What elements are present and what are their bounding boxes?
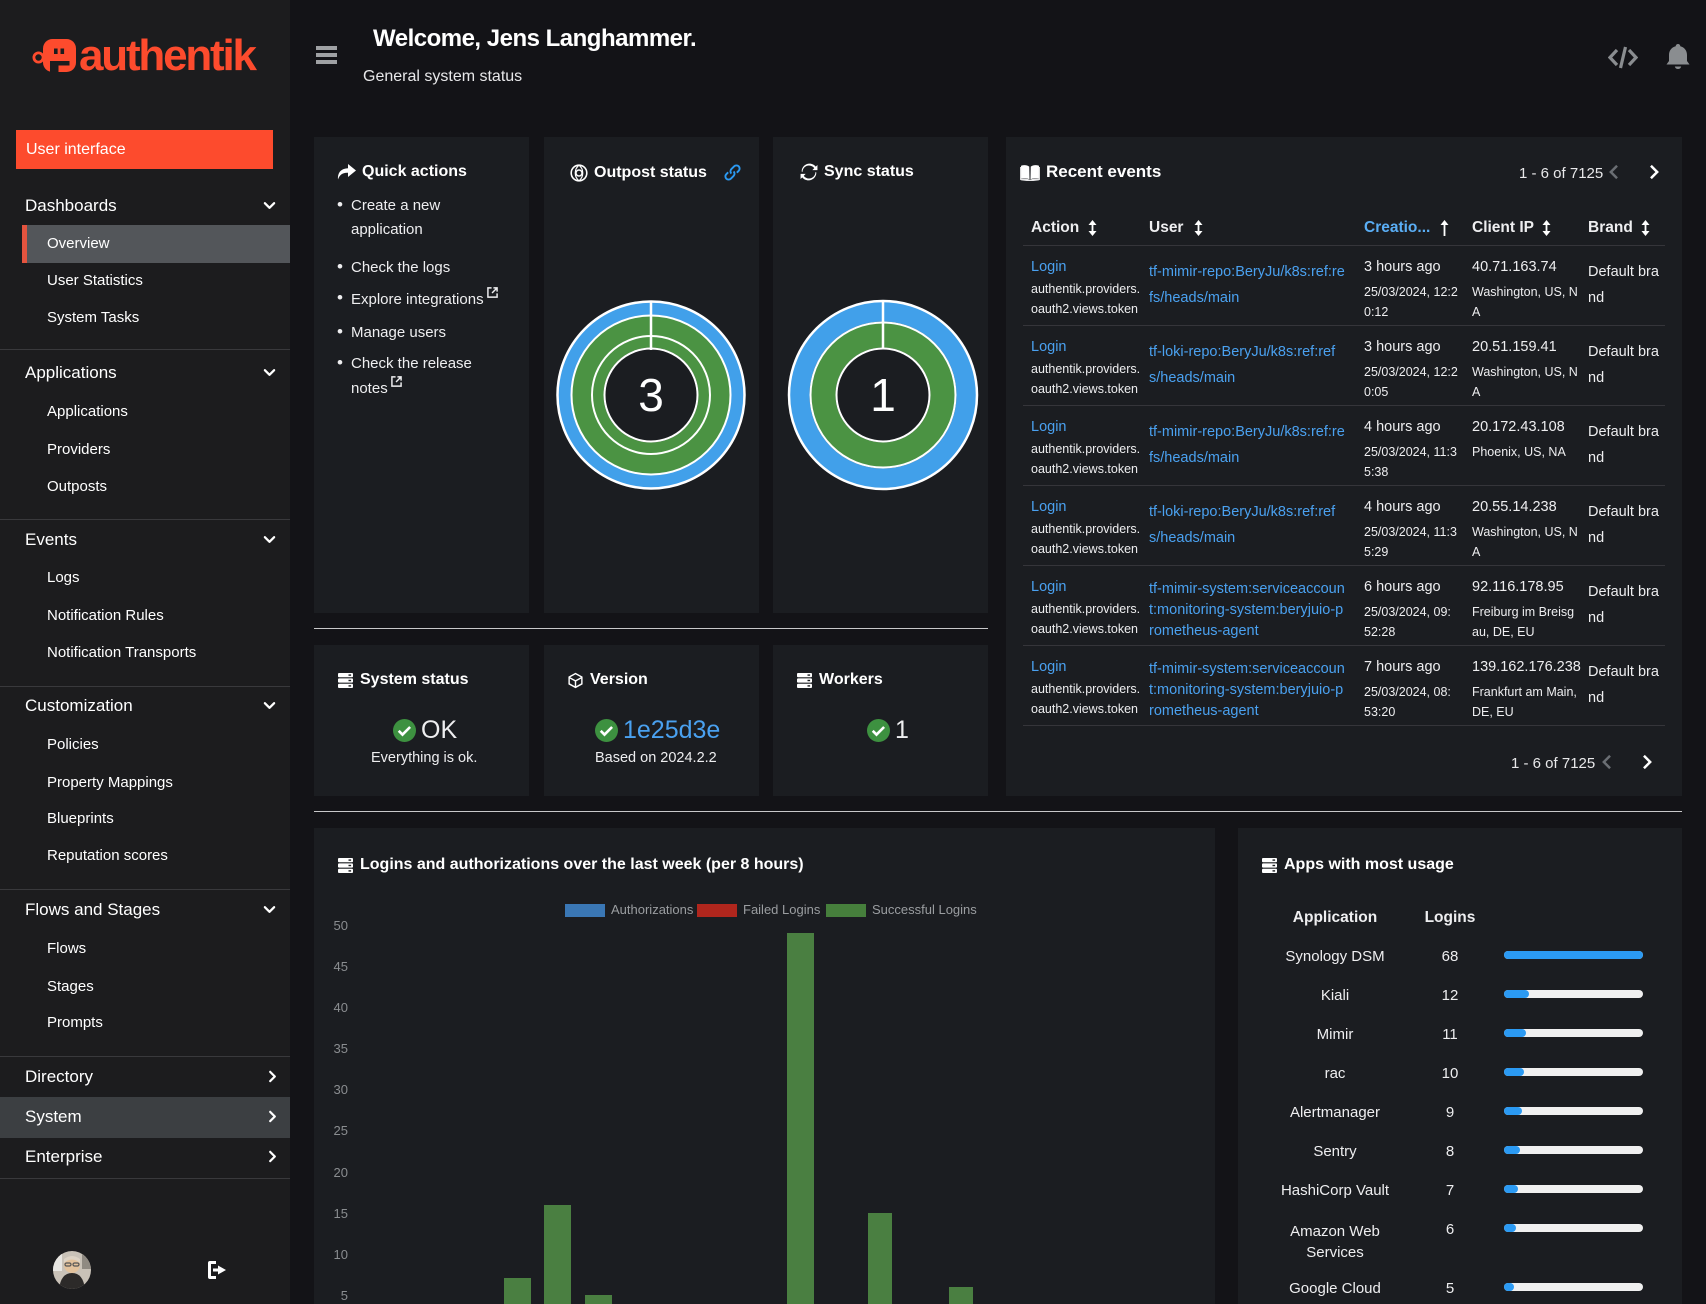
svg-text:3: 3 xyxy=(638,369,664,421)
svg-text:1: 1 xyxy=(870,369,896,421)
